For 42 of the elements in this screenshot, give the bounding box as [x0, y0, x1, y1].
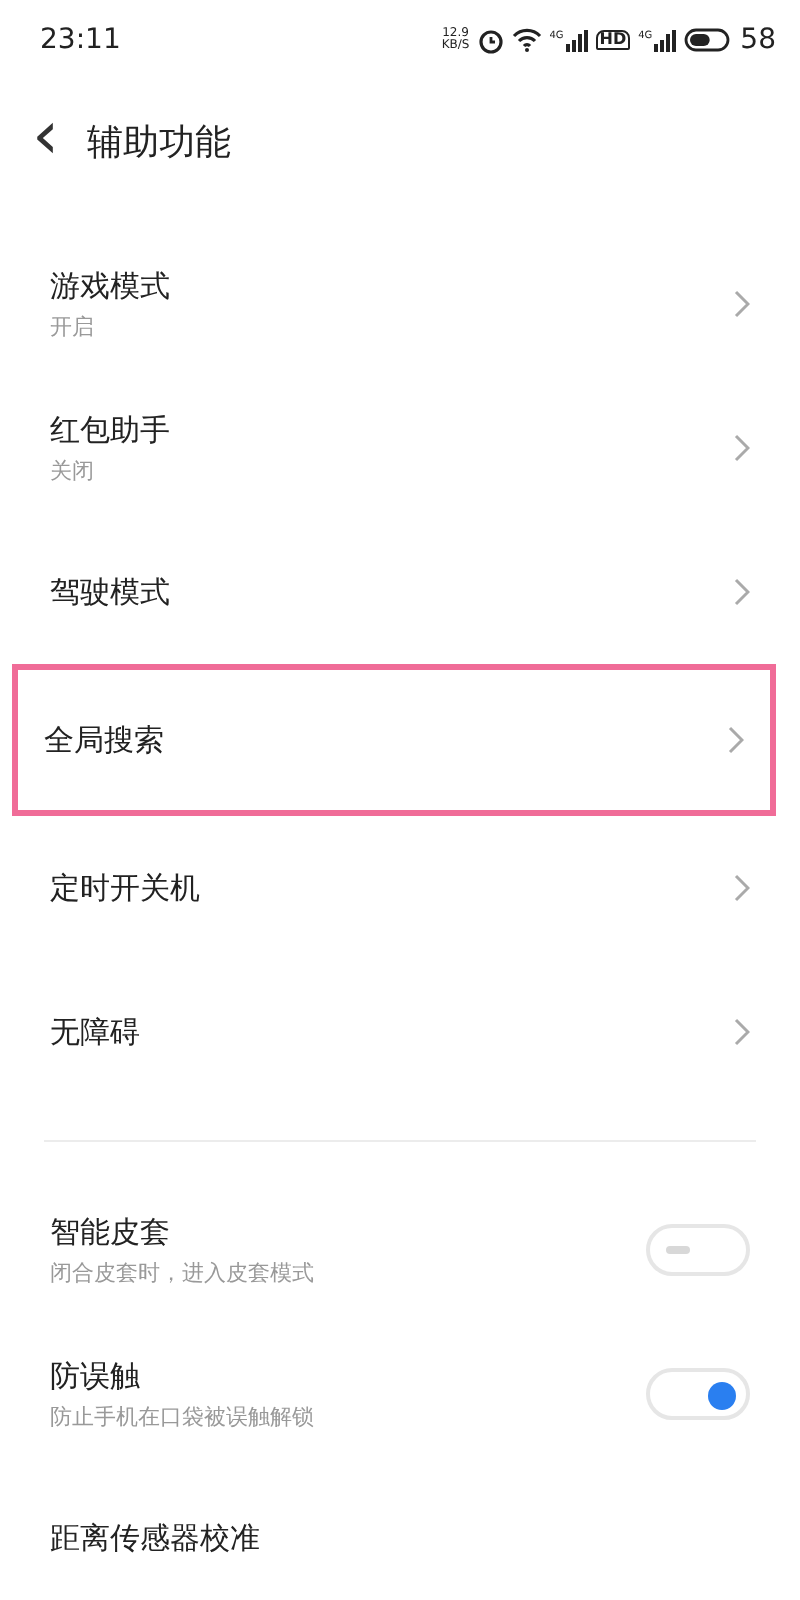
item-title: 游戏模式: [50, 265, 170, 307]
battery-icon: [684, 28, 733, 52]
chevron-right-icon: [734, 290, 750, 318]
item-title: 防误触: [50, 1355, 142, 1397]
signal-icon: [654, 29, 677, 51]
settings-item[interactable]: 驾驶模式: [0, 520, 800, 664]
chevron-right-icon: [734, 1018, 750, 1046]
back-button[interactable]: ‹: [32, 102, 88, 182]
item-title: 智能皮套: [50, 1211, 172, 1253]
item-title: 无障碍: [50, 1011, 140, 1054]
page-title: 辅助功能: [87, 119, 232, 167]
settings-item[interactable]: 全局搜索: [12, 664, 776, 816]
item-subtitle: 闭合皮套时，进入皮套模式: [50, 1258, 314, 1290]
signal-icon: [565, 29, 588, 51]
toggle-knob: [666, 1246, 690, 1254]
item-subtitle: 关闭: [50, 456, 96, 488]
status-time: 23:11: [40, 21, 121, 59]
settings-item[interactable]: 定时开关机: [0, 816, 800, 960]
item-subtitle: 开启: [50, 312, 96, 344]
item-title: 驾驶模式: [50, 571, 170, 614]
item-title: 全局搜索: [44, 719, 164, 762]
settings-item[interactable]: 防误触 防止手机在口袋被误触解锁: [0, 1322, 800, 1466]
settings-item[interactable]: 游戏模式 开启: [0, 232, 800, 376]
item-title: 定时开关机: [50, 867, 200, 910]
toggle-switch[interactable]: [646, 1224, 750, 1276]
wifi-icon: [511, 28, 542, 52]
battery-percent: 58: [740, 21, 776, 59]
item-title: 红包助手: [50, 409, 170, 451]
settings-item[interactable]: 智能皮套 闭合皮套时，进入皮套模式: [0, 1178, 800, 1322]
chevron-right-icon: [728, 726, 744, 754]
chevron-right-icon: [734, 434, 750, 462]
hd-label: HD: [595, 29, 631, 51]
toggle-switch[interactable]: [646, 1368, 750, 1420]
settings-item[interactable]: 无障碍: [0, 960, 800, 1104]
alarm-icon: [477, 27, 504, 53]
toggle-knob: [708, 1382, 736, 1410]
item-subtitle: 防止手机在口袋被误触解锁: [50, 1402, 314, 1434]
settings-item[interactable]: 红包助手 关闭: [0, 376, 800, 520]
settings-item[interactable]: 距离传感器校准: [0, 1466, 800, 1600]
chevron-right-icon: [734, 578, 750, 606]
chevron-right-icon: [734, 874, 750, 902]
item-title: 距离传感器校准: [50, 1517, 260, 1560]
